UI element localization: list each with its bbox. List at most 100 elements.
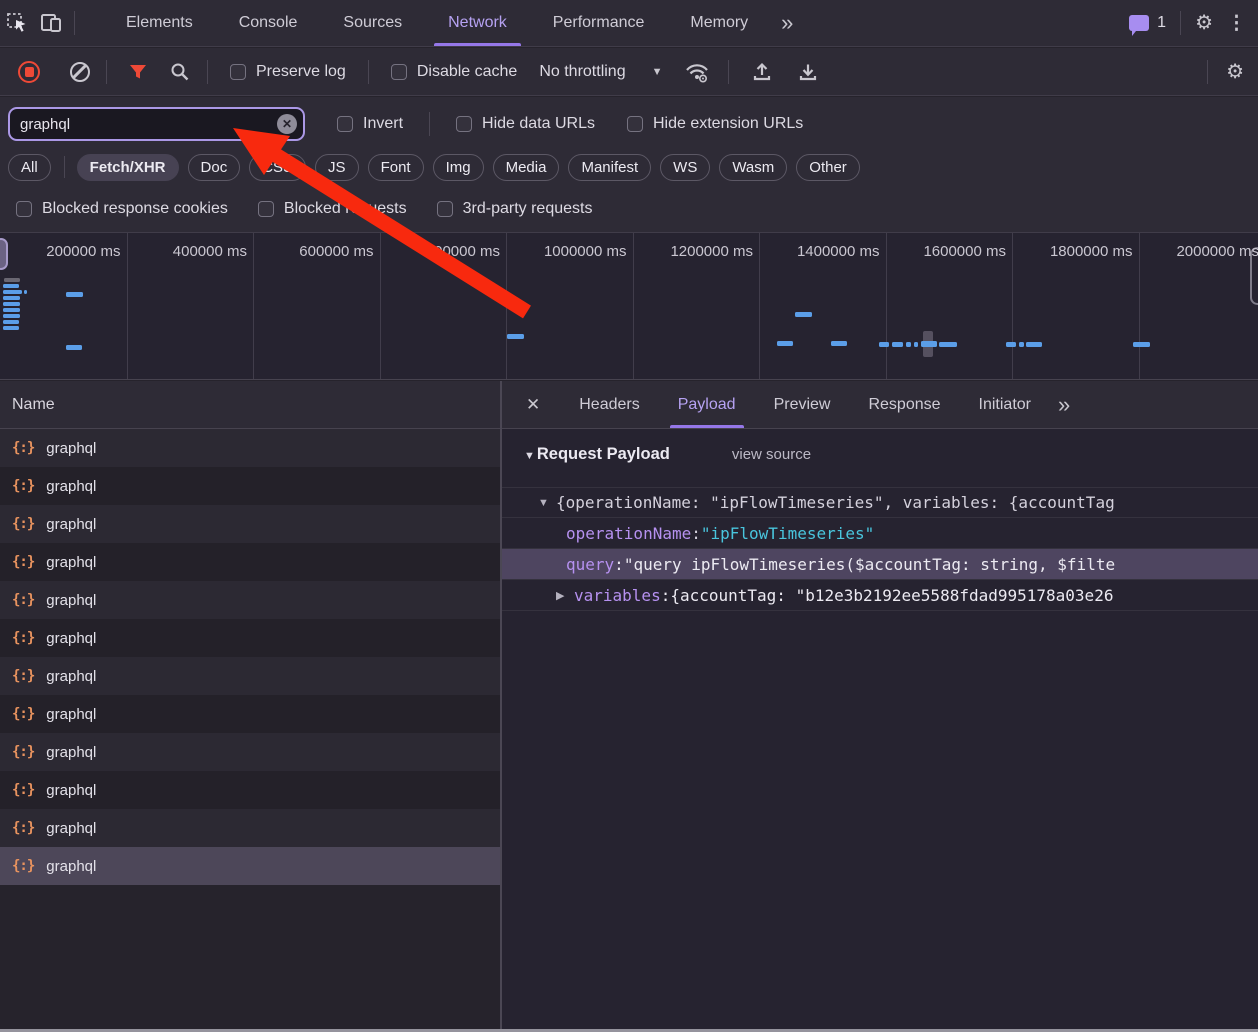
detail-tab-preview[interactable]: Preview bbox=[760, 381, 845, 428]
search-icon[interactable] bbox=[163, 55, 197, 89]
timeline-gridline bbox=[885, 233, 887, 379]
record-network-log-button[interactable] bbox=[18, 60, 40, 83]
clear-filter-icon[interactable]: ✕ bbox=[277, 114, 297, 134]
tab-memory[interactable]: Memory bbox=[676, 0, 762, 46]
import-har-icon[interactable] bbox=[745, 55, 779, 89]
more-detail-tabs-icon[interactable]: » bbox=[1058, 392, 1070, 418]
request-name: graphql bbox=[46, 591, 97, 609]
collapse-icon[interactable]: ▼ bbox=[538, 497, 556, 509]
filter-option-hide-extension-urls[interactable]: Hide extension URLs bbox=[626, 115, 803, 133]
request-row[interactable]: {:} graphql bbox=[0, 619, 500, 657]
chip-fetch-xhr[interactable]: Fetch/XHR bbox=[76, 153, 179, 181]
json-braces-icon: {:} bbox=[12, 858, 35, 874]
json-key: variables bbox=[574, 585, 661, 605]
checkbox[interactable] bbox=[16, 201, 32, 217]
detail-tab-payload[interactable]: Payload bbox=[664, 381, 750, 428]
tab-network[interactable]: Network bbox=[434, 0, 521, 46]
chip-other[interactable]: Other bbox=[796, 153, 860, 181]
request-row[interactable]: {:} graphql bbox=[0, 543, 500, 581]
expand-icon[interactable]: ▶ bbox=[556, 589, 574, 602]
filter-blocked-response-cookies[interactable]: Blocked response cookies bbox=[16, 200, 228, 218]
chip-font[interactable]: Font bbox=[367, 153, 424, 181]
checkbox[interactable] bbox=[436, 201, 453, 217]
payload-tree-row[interactable]: query: "query ipFlowTimeseries($accountT… bbox=[502, 549, 1258, 580]
request-row[interactable]: {:} graphql bbox=[0, 695, 500, 733]
device-toolbar-icon[interactable] bbox=[34, 6, 68, 40]
view-source-link[interactable]: view source bbox=[732, 446, 811, 463]
payload-tree-row[interactable]: operationName: "ipFlowTimeseries" bbox=[502, 518, 1258, 549]
json-value: {operationName: "ipFlowTimeseries", vari… bbox=[556, 493, 1115, 512]
network-conditions-icon[interactable] bbox=[680, 55, 714, 89]
detail-tab-response[interactable]: Response bbox=[854, 381, 954, 428]
detail-tab-headers[interactable]: Headers bbox=[565, 381, 653, 428]
detail-tab-initiator[interactable]: Initiator bbox=[965, 381, 1045, 428]
timeline-gridline bbox=[253, 233, 254, 379]
json-braces-icon: {:} bbox=[12, 744, 35, 760]
section-collapse-icon[interactable]: ▼ bbox=[524, 450, 535, 462]
request-details-pane: ✕ Headers Payload Preview Response Initiator… bbox=[502, 381, 1258, 1029]
disable-cache-checkbox[interactable]: Disable cache bbox=[390, 63, 517, 81]
filter-option-invert[interactable]: Invert bbox=[337, 115, 403, 133]
network-settings-gear-icon[interactable]: ⚙ bbox=[1226, 62, 1244, 82]
close-details-icon[interactable]: ✕ bbox=[516, 395, 550, 415]
json-value: {accountTag: "b12e3b2192ee5588fdad995178… bbox=[670, 585, 1114, 605]
chip-all[interactable]: All bbox=[8, 153, 51, 181]
inspect-element-icon[interactable] bbox=[0, 6, 34, 40]
timeline-gridline bbox=[506, 233, 507, 379]
chip-wasm[interactable]: Wasm bbox=[719, 153, 788, 181]
divider bbox=[728, 59, 730, 84]
more-tabs-icon[interactable]: » bbox=[781, 12, 793, 34]
filter-option-hide-data-urls[interactable]: Hide data URLs bbox=[456, 115, 595, 133]
json-value: : bbox=[660, 585, 671, 605]
waterfall-bar bbox=[1026, 342, 1042, 347]
chip-css[interactable]: CSS bbox=[249, 153, 307, 181]
divider bbox=[74, 11, 75, 35]
chip-img[interactable]: Img bbox=[432, 153, 484, 181]
json-braces-icon: {:} bbox=[12, 592, 35, 608]
request-row[interactable]: {:} graphql bbox=[0, 429, 500, 467]
clear-network-log-icon[interactable] bbox=[70, 61, 90, 82]
request-row[interactable]: {:} graphql bbox=[0, 657, 500, 695]
chip-media[interactable]: Media bbox=[492, 153, 560, 181]
payload-tree-row[interactable]: ▼ {operationName: "ipFlowTimeseries", var… bbox=[502, 487, 1258, 518]
chip-ws[interactable]: WS bbox=[660, 153, 711, 181]
checkbox[interactable] bbox=[257, 201, 274, 217]
payload-section-title[interactable]: Request Payload bbox=[537, 445, 670, 464]
checkbox[interactable] bbox=[337, 116, 353, 132]
filter-blocked-requests[interactable]: Blocked requests bbox=[257, 200, 407, 218]
filter-input[interactable] bbox=[20, 115, 269, 133]
tab-elements[interactable]: Elements bbox=[112, 0, 207, 46]
export-har-icon[interactable] bbox=[791, 55, 825, 89]
checkbox[interactable] bbox=[390, 63, 407, 80]
checkbox[interactable] bbox=[456, 116, 473, 132]
chip-doc[interactable]: Doc bbox=[187, 153, 241, 181]
request-row[interactable]: {:} graphql bbox=[0, 505, 500, 543]
checkbox[interactable] bbox=[230, 63, 246, 80]
issues-badge[interactable]: 1 bbox=[1129, 14, 1166, 36]
request-row[interactable]: {:} graphql bbox=[0, 771, 500, 809]
request-row[interactable]: {:} graphql bbox=[0, 581, 500, 619]
request-row[interactable]: {:} graphql bbox=[0, 809, 500, 847]
request-row[interactable]: {:} graphql bbox=[0, 467, 500, 505]
request-row[interactable]: {:} graphql bbox=[0, 847, 500, 885]
overflow-menu-icon[interactable]: ⋮ bbox=[1227, 14, 1246, 33]
tab-sources[interactable]: Sources bbox=[329, 0, 416, 46]
timeline-tick-label: 1600000 ms bbox=[923, 243, 1006, 260]
tab-console[interactable]: Console bbox=[225, 0, 312, 46]
name-column-header[interactable]: Name bbox=[0, 381, 500, 429]
request-row[interactable]: {:} graphql bbox=[0, 733, 500, 771]
throttling-select[interactable]: No throttling ▼ bbox=[539, 63, 662, 81]
checkbox[interactable] bbox=[626, 116, 643, 132]
timeline-tick-label: 200000 ms bbox=[46, 243, 121, 260]
network-overview-timeline[interactable]: 200000 ms 400000 ms 600000 ms 800000 ms 1000… bbox=[0, 232, 1258, 380]
filter-3rd-party-requests[interactable]: 3rd-party requests bbox=[436, 200, 592, 218]
json-value: : bbox=[691, 523, 701, 543]
chip-manifest[interactable]: Manifest bbox=[568, 153, 652, 181]
settings-gear-icon[interactable]: ⚙ bbox=[1195, 13, 1213, 33]
filter-toggle-icon[interactable] bbox=[121, 55, 155, 89]
payload-tree-row[interactable]: ▶ variables: {accountTag: "b12e3b2192ee55… bbox=[502, 580, 1258, 611]
preserve-log-checkbox[interactable]: Preserve log bbox=[230, 63, 346, 81]
timeline-left-handle[interactable] bbox=[0, 238, 8, 270]
chip-js[interactable]: JS bbox=[315, 153, 359, 181]
tab-performance[interactable]: Performance bbox=[539, 0, 659, 46]
